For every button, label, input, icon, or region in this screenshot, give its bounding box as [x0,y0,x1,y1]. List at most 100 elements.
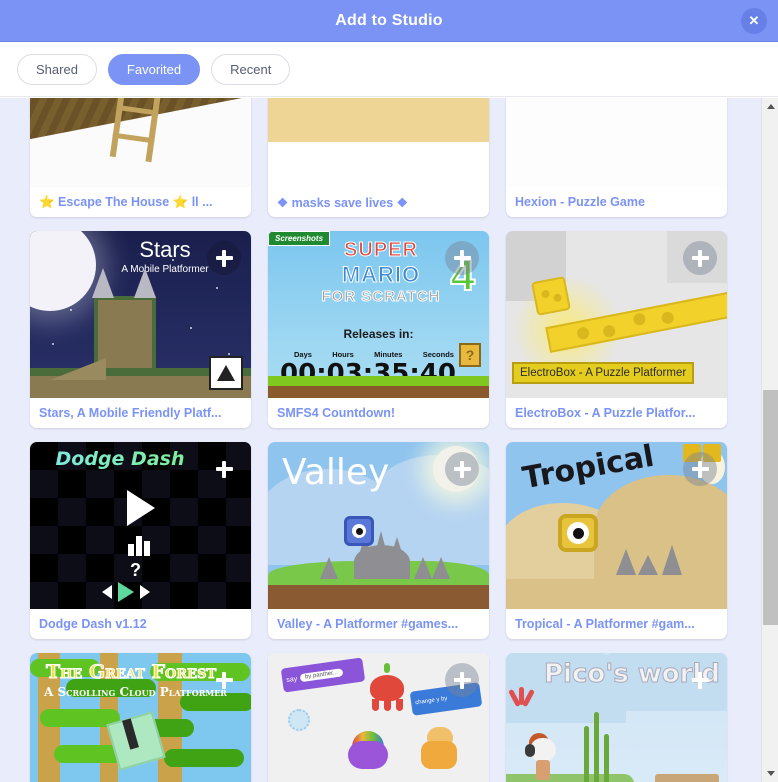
close-icon[interactable]: ✕ [741,7,767,34]
project-thumbnail[interactable] [268,98,489,187]
project-card[interactable]: Pico's world [506,653,727,782]
project-thumbnail[interactable]: The Great Forest A Scrolling Cloud Platf… [30,653,251,782]
question-block-icon: ? [459,343,481,367]
project-thumbnail[interactable]: I [30,98,251,187]
project-thumbnail[interactable]: Screenshots SUPER MARIO FOR SCRATCH 4 Re… [268,231,489,398]
player-character-art [558,514,598,552]
valley-overlay-title: Valley [282,452,390,493]
project-thumbnail[interactable]: say by panther... change y by [268,653,489,782]
project-title[interactable]: Dodge Dash v1.12 [30,609,251,639]
octopus-art [364,663,410,711]
project-thumbnail[interactable]: Hexion [506,98,727,187]
project-title[interactable]: Hexion - Puzzle Game [506,187,727,217]
filter-tabs: Shared Favorited Recent [0,42,778,97]
project-title[interactable]: Valley - A Platformer #games... [268,609,489,639]
project-card[interactable]: Stars A Mobile Platformer Stars, A Mobil… [30,231,251,428]
project-thumbnail[interactable]: Dodge Dash ? [30,442,251,609]
project-thumbnail[interactable]: Pico's world [506,653,727,782]
modal-header: Add to Studio ✕ [0,0,778,42]
unit-days: Days [294,350,312,359]
project-row: I ⭐ Escape The House ⭐ ll ... [0,98,756,217]
tab-recent[interactable]: Recent [211,53,291,85]
project-title[interactable]: Tropical - A Platformer #gam... [506,609,727,639]
project-thumbnail[interactable]: Valley [268,442,489,609]
project-title[interactable]: Stars, A Mobile Friendly Platf... [30,398,251,428]
yellow-block-art [531,276,571,316]
project-card[interactable]: Screenshots SUPER MARIO FOR SCRATCH 4 Re… [268,231,489,428]
game-badge-icon [209,356,243,390]
unit-seconds: Seconds [422,350,454,359]
project-card[interactable]: I ⭐ Escape The House ⭐ ll ... [30,98,251,217]
add-project-button[interactable] [445,663,479,697]
add-project-button[interactable] [445,241,479,275]
project-grid: I ⭐ Escape The House ⭐ ll ... [0,98,756,782]
project-row: The Great Forest A Scrolling Cloud Platf… [0,639,756,782]
vertical-scrollbar[interactable] [761,98,778,782]
scroll-up-arrow-icon[interactable] [762,98,778,115]
project-thumbnail[interactable]: ElectroBox - A Puzzle Platformer [506,231,727,398]
logo-line-1: SUPER [344,239,418,262]
dodge-dash-overlay-title: Dodge Dash [30,448,210,470]
wood-block-art [655,774,719,782]
countdown-unit-labels: Days Hours Minutes Seconds [294,350,454,359]
releases-label: Releases in: [343,327,414,341]
project-card[interactable]: ❖ masks save lives ❖ [268,98,489,217]
say-block-arg: by panther... [299,668,344,683]
project-card[interactable]: Dodge Dash ? Dodge Dash v1.12 [30,442,251,639]
help-icon: ? [130,560,141,580]
tab-favorited[interactable]: Favorited [107,53,201,85]
say-block-art: say by panther... [280,657,366,693]
page-title: Add to Studio [335,11,443,29]
smfs-logo: SUPER MARIO FOR SCRATCH [296,239,466,306]
scrollbar-thumb[interactable] [763,390,778,625]
leaderboard-icon [128,536,150,556]
project-row: Stars A Mobile Platformer Stars, A Mobil… [0,217,756,428]
ledge-art [506,774,634,782]
unit-hours: Hours [332,350,354,359]
project-card[interactable]: Tropical Tropical - A Platformer #gam... [506,442,727,639]
play-icon [127,490,155,526]
add-to-studio-modal: Add to Studio ✕ Shared Favorited Recent [0,0,778,782]
add-project-button[interactable] [207,241,241,275]
sand-art [506,579,727,609]
project-thumbnail[interactable]: Tropical [506,442,727,609]
flower-art [508,687,535,719]
add-project-button[interactable] [683,452,717,486]
add-project-button[interactable] [207,663,241,697]
say-block-label: say [285,675,298,684]
project-grid-scroll-area[interactable]: I ⭐ Escape The House ⭐ ll ... [0,98,778,782]
monster-art [348,731,388,773]
scratch-cat-art [417,727,461,775]
add-project-button[interactable] [683,241,717,275]
dirt-art [268,585,489,609]
forest-overlay-subtitle: A Scrolling Cloud Platformer [44,685,227,699]
slope-art [50,358,106,380]
project-card[interactable]: The Great Forest A Scrolling Cloud Platf… [30,653,251,782]
forest-overlay-title: The Great Forest [45,661,217,684]
project-card[interactable]: say by panther... change y by [268,653,489,782]
project-card[interactable]: ElectroBox - A Puzzle Platformer Electro… [506,231,727,428]
electrobox-overlay-label: ElectroBox - A Puzzle Platformer [512,362,695,384]
project-title[interactable]: ElectroBox - A Puzzle Platfor... [506,398,727,428]
pico-character-art [525,733,556,780]
unit-minutes: Minutes [374,350,403,359]
project-title[interactable]: ⭐ Escape The House ⭐ ll ... [30,187,251,217]
add-project-button[interactable] [445,452,479,486]
add-project-button[interactable] [207,452,241,486]
moon-art [30,231,96,311]
face-art [268,98,489,142]
scroll-down-arrow-icon[interactable] [762,765,778,782]
dirt-art [268,386,489,398]
project-card[interactable]: Hexion Hexion - Puzzle Game [506,98,727,217]
project-card[interactable]: Valley Valley - A Platformer #games... [268,442,489,639]
project-title[interactable]: SMFS4 Countdown! [268,398,489,428]
tab-shared[interactable]: Shared [17,53,97,85]
project-title[interactable]: ❖ masks save lives ❖ [268,187,489,217]
logo-line-2: MARIO [341,262,421,288]
project-row: Dodge Dash ? Dodge Dash v1.12 Valley Val… [0,428,756,639]
virus-art [288,709,310,731]
logo-line-3: FOR SCRATCH [321,288,441,306]
add-project-button[interactable] [683,663,717,697]
change-block-label: change y by [414,695,448,707]
project-thumbnail[interactable]: Stars A Mobile Platformer [30,231,251,398]
